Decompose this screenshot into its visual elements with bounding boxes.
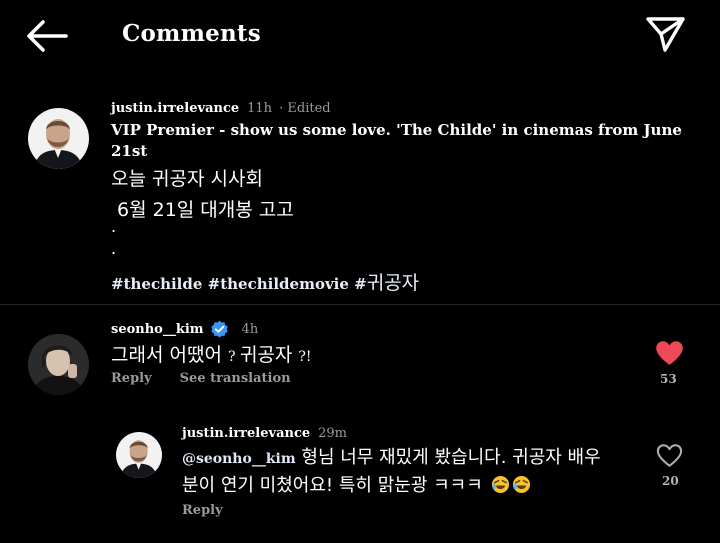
username-link[interactable]: justin.irrelevance <box>182 426 310 441</box>
verified-badge-icon <box>210 320 228 338</box>
comment-text-part: ?! <box>298 349 312 365</box>
avatar[interactable] <box>116 432 162 478</box>
caption-korean-text: 오늘 귀공자 시사회 <box>111 168 263 190</box>
paper-plane-icon <box>646 17 685 52</box>
comment-text: 그래서 어땠어 ? 귀공자 ?! <box>111 340 312 367</box>
caption-dot: . <box>111 217 117 236</box>
caption-dot: . <box>111 239 117 258</box>
share-button[interactable] <box>644 14 686 54</box>
avatar[interactable] <box>28 108 89 169</box>
rolling-laughing-emoji-icon <box>491 475 509 494</box>
back-button[interactable] <box>26 18 68 54</box>
timestamp: 11h <box>247 101 273 116</box>
username-link[interactable]: seonho__kim <box>111 322 204 337</box>
edited-label: · Edited <box>279 101 331 116</box>
heart-outline-icon[interactable] <box>656 443 683 468</box>
page-title: Comments <box>122 20 261 47</box>
arrow-left-icon <box>27 20 68 52</box>
rolling-laughing-emoji-icon <box>512 475 530 494</box>
reply-button[interactable]: Reply <box>182 503 223 518</box>
comment-actions: Reply See translation <box>111 371 291 386</box>
top-bar: Comments <box>0 0 720 72</box>
reply-button[interactable]: Reply <box>111 371 152 386</box>
profile-photo-icon <box>28 108 89 169</box>
hashtag-link[interactable]: #thechildemovie <box>208 275 349 293</box>
comment-header: seonho__kim 4h <box>111 320 258 339</box>
comment-text-part: ? <box>227 349 240 365</box>
comment-text-part: 그래서 어땠어 <box>111 344 228 366</box>
mention-link[interactable]: @seonho__kim <box>182 451 296 467</box>
username-link[interactable]: justin.irrelevance <box>111 101 239 116</box>
divider <box>0 304 720 305</box>
like-count: 53 <box>660 372 677 386</box>
comment-text-part: 분이 연기 미쳤어요! 특히 맑눈광 ㅋㅋㅋ <box>182 475 489 496</box>
profile-photo-icon <box>28 334 89 395</box>
avatar[interactable] <box>28 334 89 395</box>
comment-text: @seonho__kim 형님 너무 재밌게 봤습니다. 귀공자 배우 <box>182 443 601 469</box>
caption-text: 21st <box>111 142 148 160</box>
like-count: 20 <box>662 474 679 488</box>
hashtags: #thechilde #thechildemovie #귀공자 <box>111 268 419 295</box>
caption-korean-text: 6월 21일 대개봉 고고 <box>117 199 294 221</box>
heart-filled-icon[interactable] <box>655 340 684 366</box>
hashtag-prefix: # <box>354 275 367 293</box>
hashtag-link[interactable]: #thechilde <box>111 275 202 293</box>
caption-text: VIP Premier - show us some love. 'The Ch… <box>111 121 682 139</box>
hashtag-link[interactable]: #귀공자 <box>354 272 420 294</box>
comment-header: justin.irrelevance 29m <box>182 422 347 441</box>
timestamp: 4h <box>241 322 259 337</box>
comment-text: 분이 연기 미쳤어요! 특히 맑눈광 ㅋㅋㅋ <box>182 471 531 497</box>
caption-header: justin.irrelevance 11h · Edited <box>111 97 331 116</box>
hashtag-korean: 귀공자 <box>366 272 420 294</box>
timestamp: 29m <box>318 426 348 441</box>
see-translation-button[interactable]: See translation <box>180 371 291 386</box>
comment-text-part: 귀공자 <box>239 344 299 366</box>
comment-text-part: 형님 너무 재밌게 봤습니다. 귀공자 배우 <box>295 447 601 468</box>
profile-photo-icon <box>116 432 162 478</box>
